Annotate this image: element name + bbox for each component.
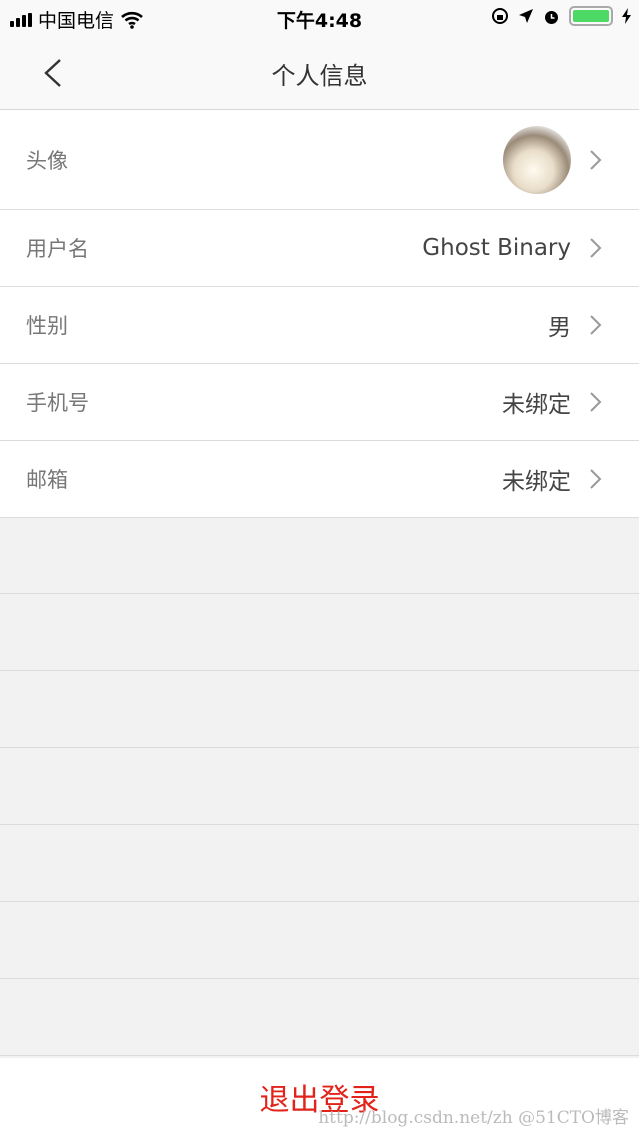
alarm-icon — [545, 10, 558, 24]
divider — [0, 902, 639, 979]
row-email[interactable]: 邮箱 未绑定 — [0, 441, 639, 518]
row-username[interactable]: 用户名 Ghost Binary — [0, 210, 639, 287]
divider — [0, 517, 639, 594]
row-gender[interactable]: 性别 男 — [0, 287, 639, 364]
rotation-lock-icon — [492, 8, 508, 24]
row-label: 用户名 — [26, 237, 89, 261]
divider — [0, 671, 639, 748]
row-label: 头像 — [26, 148, 68, 173]
charging-icon — [622, 8, 631, 24]
page-title: 个人信息 — [271, 62, 368, 90]
nav-bar: 个人信息 — [0, 36, 639, 110]
divider — [0, 979, 639, 1056]
avatar — [503, 125, 571, 194]
chevron-right-icon — [590, 238, 602, 258]
empty-area — [0, 517, 639, 1056]
row-label: 邮箱 — [26, 468, 68, 492]
divider — [0, 825, 639, 902]
divider — [0, 748, 639, 825]
logout-button[interactable]: 退出登录 — [0, 1058, 639, 1136]
row-label: 性别 — [26, 314, 68, 338]
row-avatar[interactable]: 头像 — [0, 110, 639, 210]
row-label: 手机号 — [26, 391, 89, 415]
row-value: 男 — [548, 315, 571, 341]
chevron-right-icon — [590, 392, 602, 412]
divider — [0, 594, 639, 671]
location-icon — [519, 9, 533, 23]
profile-list: 头像 用户名 Ghost Binary 性别 男 手机号 未绑定 邮箱 未绑定 — [0, 110, 639, 518]
row-value: 未绑定 — [502, 469, 571, 495]
battery-icon — [569, 6, 613, 26]
status-bar: 中国电信 下午4:48 — [0, 0, 639, 36]
chevron-right-icon — [590, 469, 602, 489]
row-value: 未绑定 — [502, 392, 571, 418]
chevron-right-icon — [590, 149, 602, 170]
row-value: Ghost Binary — [422, 235, 571, 261]
row-phone[interactable]: 手机号 未绑定 — [0, 364, 639, 441]
chevron-right-icon — [590, 315, 602, 335]
